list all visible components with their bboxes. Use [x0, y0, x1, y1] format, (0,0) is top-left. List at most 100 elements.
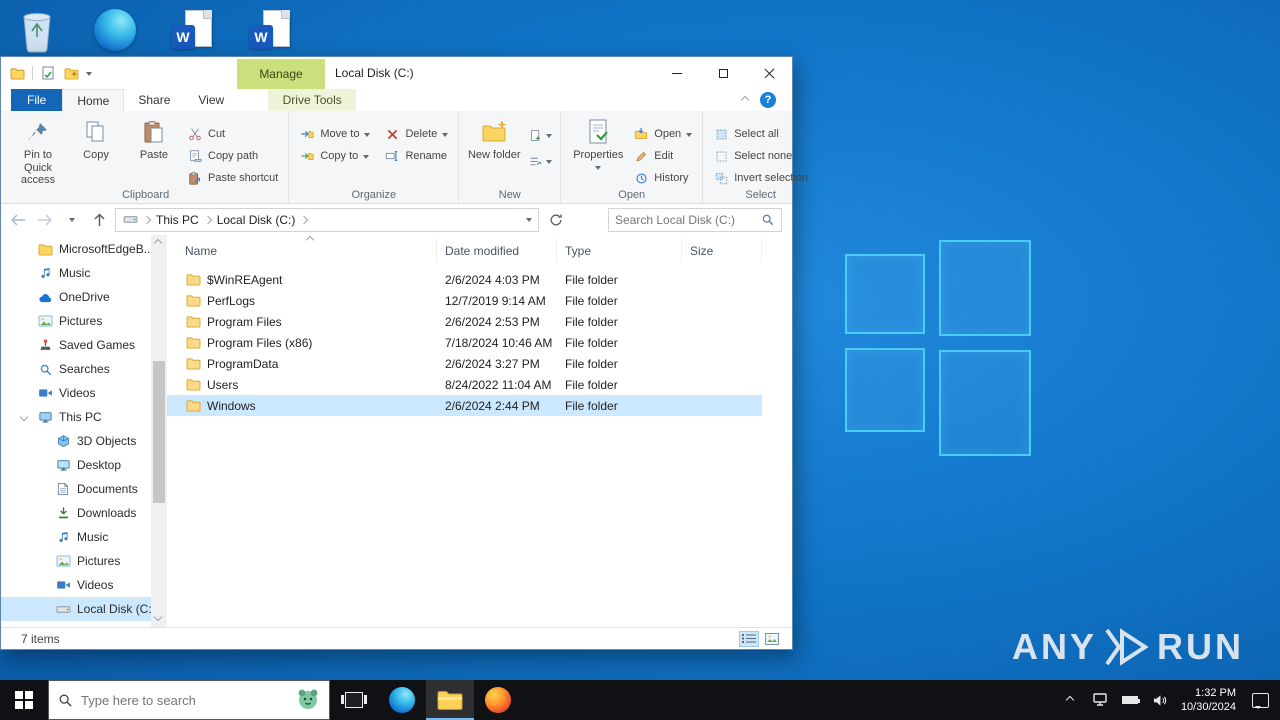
sidebar-item-searches[interactable]: Searches — [1, 357, 151, 381]
recent-locations-caret-icon[interactable] — [61, 214, 83, 225]
new-item-button[interactable] — [525, 125, 554, 145]
ethernet-icon[interactable] — [1091, 693, 1109, 707]
paste-shortcut-button[interactable]: Paste shortcut — [183, 167, 282, 189]
minimize-button[interactable] — [654, 57, 700, 89]
maximize-button[interactable] — [700, 57, 746, 89]
file-row-program-files[interactable]: Program Files 2/6/2024 2:53 PM File fold… — [167, 311, 762, 332]
select-none-button[interactable]: Select none — [709, 145, 812, 167]
help-icon[interactable]: ? — [760, 92, 776, 108]
edge-browser-icon[interactable] — [90, 4, 140, 56]
file-row-users[interactable]: Users 8/24/2022 11:04 AM File folder — [167, 374, 762, 395]
sidebar-item-videos[interactable]: Videos — [1, 573, 151, 597]
sidebar-item-saved-games[interactable]: Saved Games — [1, 333, 151, 357]
sidebar-item-desktop[interactable]: Desktop — [1, 453, 151, 477]
large-icons-view-icon[interactable] — [762, 631, 782, 647]
disk-drive-icon — [55, 601, 71, 617]
collapse-ribbon-icon[interactable] — [740, 95, 750, 105]
file-row-program-files-x86[interactable]: Program Files (x86) 7/18/2024 10:46 AM F… — [167, 332, 762, 353]
word-document-icon[interactable]: W — [246, 4, 296, 56]
new-folder-button[interactable]: New folder — [465, 115, 523, 162]
pin-to-quick-access-button[interactable]: Pin to Quick access — [9, 115, 67, 187]
taskbar-explorer-button[interactable] — [426, 680, 474, 720]
column-header-size[interactable]: Size — [682, 239, 762, 263]
forward-icon[interactable] — [34, 213, 56, 226]
recycle-bin-icon[interactable] — [12, 4, 62, 56]
sidebar-item-pictures[interactable]: Pictures — [1, 549, 151, 573]
column-header-date-modified[interactable]: Date modified — [437, 239, 557, 263]
tab-share[interactable]: Share — [124, 89, 184, 111]
copy-button[interactable]: Copy — [67, 115, 125, 162]
breadcrumb-current[interactable]: Local Disk (C:) — [217, 213, 296, 227]
cut-button[interactable]: Cut — [183, 123, 282, 145]
file-row-perflogs[interactable]: PerfLogs 12/7/2019 9:14 AM File folder — [167, 290, 762, 311]
qat-new-folder-icon[interactable] — [63, 65, 79, 81]
sidebar-item-music[interactable]: Music — [1, 525, 151, 549]
column-header-type[interactable]: Type — [557, 239, 682, 263]
move-to-button[interactable]: Move to — [295, 123, 374, 145]
tab-drive-tools[interactable]: Drive Tools — [268, 89, 357, 111]
up-icon[interactable] — [88, 212, 110, 227]
paste-button[interactable]: Paste — [125, 115, 183, 162]
explorer-search-box[interactable] — [608, 207, 782, 232]
scrollbar-thumb[interactable] — [153, 361, 165, 503]
sidebar-item-downloads[interactable]: Downloads — [1, 501, 151, 525]
search-icon[interactable] — [759, 212, 775, 228]
file-row-winreagent[interactable]: $WinREAgent 2/6/2024 4:03 PM File folder — [167, 269, 762, 290]
taskbar-search-input[interactable] — [81, 692, 287, 708]
edit-button[interactable]: Edit — [629, 145, 696, 167]
explorer-search-input[interactable] — [615, 212, 755, 227]
action-center-icon[interactable] — [1248, 692, 1272, 709]
scroll-down-icon[interactable] — [153, 612, 163, 622]
speaker-icon[interactable] — [1151, 694, 1169, 707]
breadcrumb-this-pc[interactable]: This PC — [156, 213, 199, 227]
qat-properties-icon[interactable] — [40, 65, 56, 81]
sidebar-item-microsoftedge-folder[interactable]: MicrosoftEdgeB... — [1, 237, 151, 261]
address-history-caret-icon[interactable] — [526, 218, 532, 225]
open-button[interactable]: Open — [629, 123, 696, 145]
copy-to-button[interactable]: Copy to — [295, 145, 374, 167]
hidden-icons-chevron-icon[interactable] — [1061, 695, 1079, 705]
task-view-button[interactable] — [330, 680, 378, 720]
select-all-button[interactable]: Select all — [709, 123, 812, 145]
taskbar-clock[interactable]: 1:32 PM 10/30/2024 — [1181, 686, 1236, 715]
tab-file[interactable]: File — [11, 89, 63, 111]
sidebar-item-local-disk-c[interactable]: Local Disk (C:) — [1, 597, 151, 621]
battery-icon[interactable] — [1121, 696, 1140, 704]
sidebar-item-documents[interactable]: Documents — [1, 477, 151, 501]
tab-view[interactable]: View — [184, 89, 238, 111]
search-highlight-icon[interactable] — [295, 686, 321, 715]
easy-access-button[interactable] — [525, 151, 554, 171]
start-button[interactable] — [0, 680, 48, 720]
taskbar-search-box[interactable] — [48, 680, 330, 720]
button-label: Delete — [405, 128, 438, 140]
expander-icon[interactable] — [19, 412, 29, 422]
address-breadcrumb[interactable]: This PC Local Disk (C:) — [115, 207, 539, 232]
sidebar-item-videos[interactable]: Videos — [1, 381, 151, 405]
qat-customize-caret-icon[interactable] — [86, 71, 92, 79]
taskbar-firefox-button[interactable] — [474, 680, 522, 720]
refresh-icon[interactable] — [544, 208, 568, 232]
word-document-icon[interactable]: W — [168, 4, 218, 56]
close-button[interactable] — [746, 57, 792, 89]
copy-path-button[interactable]: Copy path — [183, 145, 282, 167]
sidebar-item-this-pc[interactable]: This PC — [1, 405, 151, 429]
file-row-programdata[interactable]: ProgramData 2/6/2024 3:27 PM File folder — [167, 353, 762, 374]
sidebar-scrollbar[interactable] — [151, 235, 167, 627]
sidebar-item-pictures[interactable]: Pictures — [1, 309, 151, 333]
tab-home[interactable]: Home — [62, 89, 125, 111]
sidebar-item-3d-objects[interactable]: 3D Objects — [1, 429, 151, 453]
taskbar-edge-button[interactable] — [378, 680, 426, 720]
file-row-windows[interactable]: Windows 2/6/2024 2:44 PM File folder — [167, 395, 762, 416]
rename-button[interactable]: Rename — [380, 145, 452, 167]
delete-button[interactable]: Delete — [380, 123, 452, 145]
history-button[interactable]: History — [629, 167, 696, 189]
sidebar-item-onedrive[interactable]: OneDrive — [1, 285, 151, 309]
properties-button[interactable]: Properties — [567, 115, 629, 173]
contextual-tab-manage[interactable]: Manage — [237, 59, 325, 89]
scroll-up-icon[interactable] — [153, 238, 163, 248]
back-icon[interactable] — [7, 213, 29, 226]
invert-selection-button[interactable]: Invert selection — [709, 167, 812, 189]
sidebar-item-music[interactable]: Music — [1, 261, 151, 285]
details-view-icon[interactable] — [739, 630, 759, 647]
column-header-name[interactable]: Name — [167, 239, 437, 263]
